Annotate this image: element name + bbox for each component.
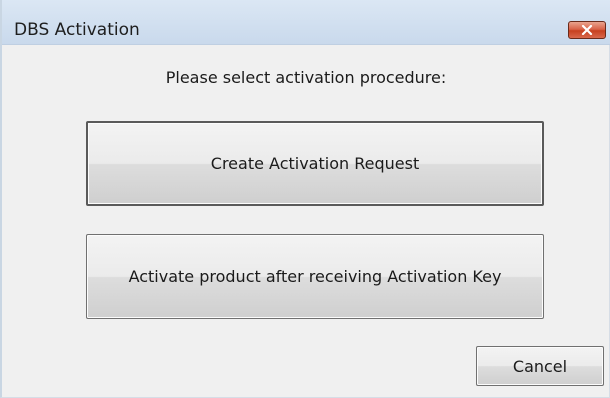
- close-button[interactable]: [568, 21, 606, 39]
- create-activation-request-label: Create Activation Request: [210, 154, 420, 173]
- create-activation-request-button[interactable]: Create Activation Request: [86, 121, 544, 206]
- activate-product-button[interactable]: Activate product after receiving Activat…: [86, 234, 544, 319]
- title-bar: DBS Activation: [2, 0, 610, 45]
- dbs-activation-dialog: DBS Activation Please select activation …: [0, 0, 610, 398]
- cancel-label: Cancel: [512, 356, 568, 376]
- activate-product-label: Activate product after receiving Activat…: [128, 267, 502, 286]
- close-icon: [581, 25, 593, 35]
- instruction-text: Please select activation procedure:: [165, 68, 447, 87]
- cancel-button[interactable]: Cancel: [476, 346, 604, 386]
- window-title: DBS Activation: [14, 20, 140, 40]
